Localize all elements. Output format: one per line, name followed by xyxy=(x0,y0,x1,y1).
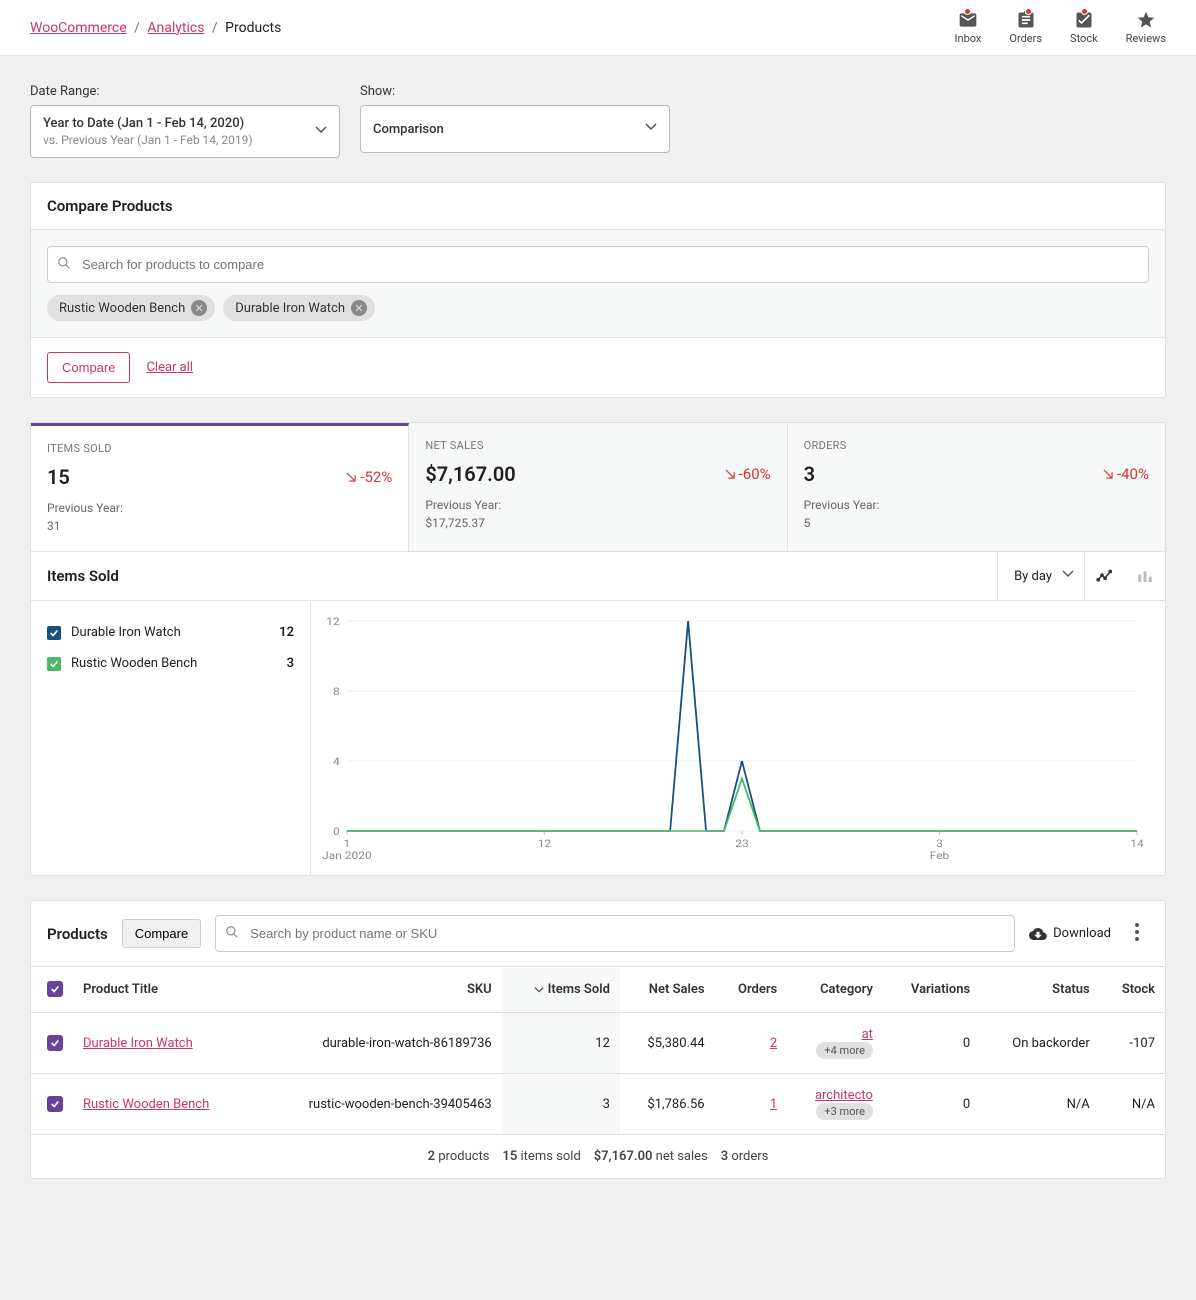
svg-text:23: 23 xyxy=(735,838,748,850)
compare-button[interactable]: Compare xyxy=(47,352,130,383)
category-more-pill[interactable]: +3 more xyxy=(816,1103,873,1120)
row-checkbox[interactable] xyxy=(47,1096,63,1112)
stat-card[interactable]: NET SALES $7,167.00 -60% Previous Year:$… xyxy=(409,423,787,551)
column-header[interactable]: Category xyxy=(787,967,883,1013)
product-link[interactable]: Rustic Wooden Bench xyxy=(83,1097,209,1112)
products-title: Products xyxy=(47,925,108,943)
date-range-select[interactable]: Year to Date (Jan 1 - Feb 14, 2020) vs. … xyxy=(30,105,340,158)
chart-type-line-button[interactable] xyxy=(1085,552,1125,600)
remove-tag-icon[interactable]: ✕ xyxy=(351,300,367,316)
table-row: Durable Iron Watch durable-iron-watch-86… xyxy=(31,1013,1165,1074)
svg-text:Jan 2020: Jan 2020 xyxy=(322,850,372,861)
table-row: Rustic Wooden Bench rustic-wooden-bench-… xyxy=(31,1074,1165,1135)
remove-tag-icon[interactable]: ✕ xyxy=(191,300,207,316)
date-range-label: Date Range: xyxy=(30,84,340,99)
orders-link[interactable]: 1 xyxy=(770,1097,777,1112)
column-header[interactable]: SKU xyxy=(253,967,502,1013)
stat-card[interactable]: ORDERS 3 -40% Previous Year:5 xyxy=(788,423,1165,551)
compare-panel: Compare Products Rustic Wooden Bench✕ Dur… xyxy=(30,182,1166,398)
column-header[interactable]: Items Sold xyxy=(502,967,620,1013)
column-header[interactable] xyxy=(31,967,73,1013)
product-link[interactable]: Durable Iron Watch xyxy=(83,1036,193,1051)
more-options-button[interactable] xyxy=(1125,923,1149,945)
svg-text:12: 12 xyxy=(326,616,339,628)
compare-title: Compare Products xyxy=(31,183,1165,230)
svg-text:14: 14 xyxy=(1130,838,1143,850)
download-button[interactable]: Download xyxy=(1029,925,1111,943)
compare-tag: Rustic Wooden Bench✕ xyxy=(47,295,215,321)
trend-down-icon: -40% xyxy=(1101,465,1149,483)
header-actions: Inbox Orders Stock Reviews xyxy=(955,10,1166,45)
products-panel: Products Compare Download Product TitleS… xyxy=(30,900,1166,1179)
show-select[interactable]: Comparison xyxy=(360,105,670,153)
breadcrumb-current: Products xyxy=(225,20,281,36)
breadcrumb-woocommerce[interactable]: WooCommerce xyxy=(30,20,127,36)
chevron-down-icon xyxy=(1062,568,1074,584)
legend-checkbox[interactable] xyxy=(47,626,61,640)
column-header[interactable]: Orders xyxy=(715,967,788,1013)
svg-text:Feb: Feb xyxy=(930,850,950,861)
category-link[interactable]: at xyxy=(862,1027,873,1042)
category-link[interactable]: architecto xyxy=(815,1088,873,1103)
orders-link[interactable]: 2 xyxy=(770,1036,777,1051)
svg-text:12: 12 xyxy=(538,838,551,850)
products-compare-button[interactable]: Compare xyxy=(122,919,201,948)
select-all-checkbox[interactable] xyxy=(47,981,63,997)
svg-text:3: 3 xyxy=(936,838,943,850)
svg-text:1: 1 xyxy=(344,838,351,850)
column-header[interactable]: Status xyxy=(980,967,1100,1013)
legend-item[interactable]: Rustic Wooden Bench3 xyxy=(47,648,294,679)
products-search-input[interactable] xyxy=(215,915,1015,952)
column-header[interactable]: Net Sales xyxy=(620,967,715,1013)
stat-card[interactable]: ITEMS SOLD 15 -52% Previous Year:31 xyxy=(31,423,409,551)
orders-button[interactable]: Orders xyxy=(1009,10,1042,45)
chart-type-bar-button[interactable] xyxy=(1125,552,1165,600)
search-icon xyxy=(57,256,71,274)
stock-button[interactable]: Stock xyxy=(1070,10,1098,45)
compare-search-input[interactable] xyxy=(47,246,1149,283)
stats-chart-panel: ITEMS SOLD 15 -52% Previous Year:31 NET … xyxy=(30,422,1166,876)
breadcrumb-analytics[interactable]: Analytics xyxy=(147,20,204,36)
reviews-button[interactable]: Reviews xyxy=(1126,10,1166,45)
chart-title: Items Sold xyxy=(47,567,119,585)
row-checkbox[interactable] xyxy=(47,1035,63,1051)
search-icon xyxy=(225,925,239,943)
svg-text:8: 8 xyxy=(333,686,340,698)
compare-tag: Durable Iron Watch✕ xyxy=(223,295,375,321)
trend-down-icon: -60% xyxy=(723,465,771,483)
legend-item[interactable]: Durable Iron Watch12 xyxy=(47,617,294,648)
line-chart: 0 4 8 12 1Jan 2020 12 23 3Feb 14 xyxy=(311,611,1149,861)
chevron-down-icon xyxy=(645,121,657,137)
inbox-button[interactable]: Inbox xyxy=(955,10,982,45)
column-header[interactable]: Variations xyxy=(883,967,980,1013)
download-icon xyxy=(1029,925,1047,943)
show-label: Show: xyxy=(360,84,670,99)
star-icon xyxy=(1136,10,1156,30)
products-table: Product TitleSKU Items SoldNet SalesOrde… xyxy=(31,966,1165,1134)
kebab-icon xyxy=(1135,923,1139,941)
breadcrumb: WooCommerce / Analytics / Products xyxy=(30,20,281,36)
legend-checkbox[interactable] xyxy=(47,657,61,671)
svg-text:0: 0 xyxy=(333,826,340,838)
clear-all-link[interactable]: Clear all xyxy=(146,360,193,375)
sort-desc-icon xyxy=(534,985,544,995)
category-more-pill[interactable]: +4 more xyxy=(816,1042,873,1059)
chart-interval-select[interactable]: By day xyxy=(997,552,1084,600)
column-header[interactable]: Product Title xyxy=(73,967,253,1013)
chevron-down-icon xyxy=(315,124,327,140)
column-header[interactable]: Stock xyxy=(1100,967,1165,1013)
svg-text:4: 4 xyxy=(333,756,340,768)
table-summary: 2 products 15 items sold $7,167.00 net s… xyxy=(31,1134,1165,1178)
filter-row: Date Range: Year to Date (Jan 1 - Feb 14… xyxy=(30,84,1166,158)
top-header: WooCommerce / Analytics / Products Inbox… xyxy=(0,0,1196,56)
trend-down-icon: -52% xyxy=(344,468,392,486)
